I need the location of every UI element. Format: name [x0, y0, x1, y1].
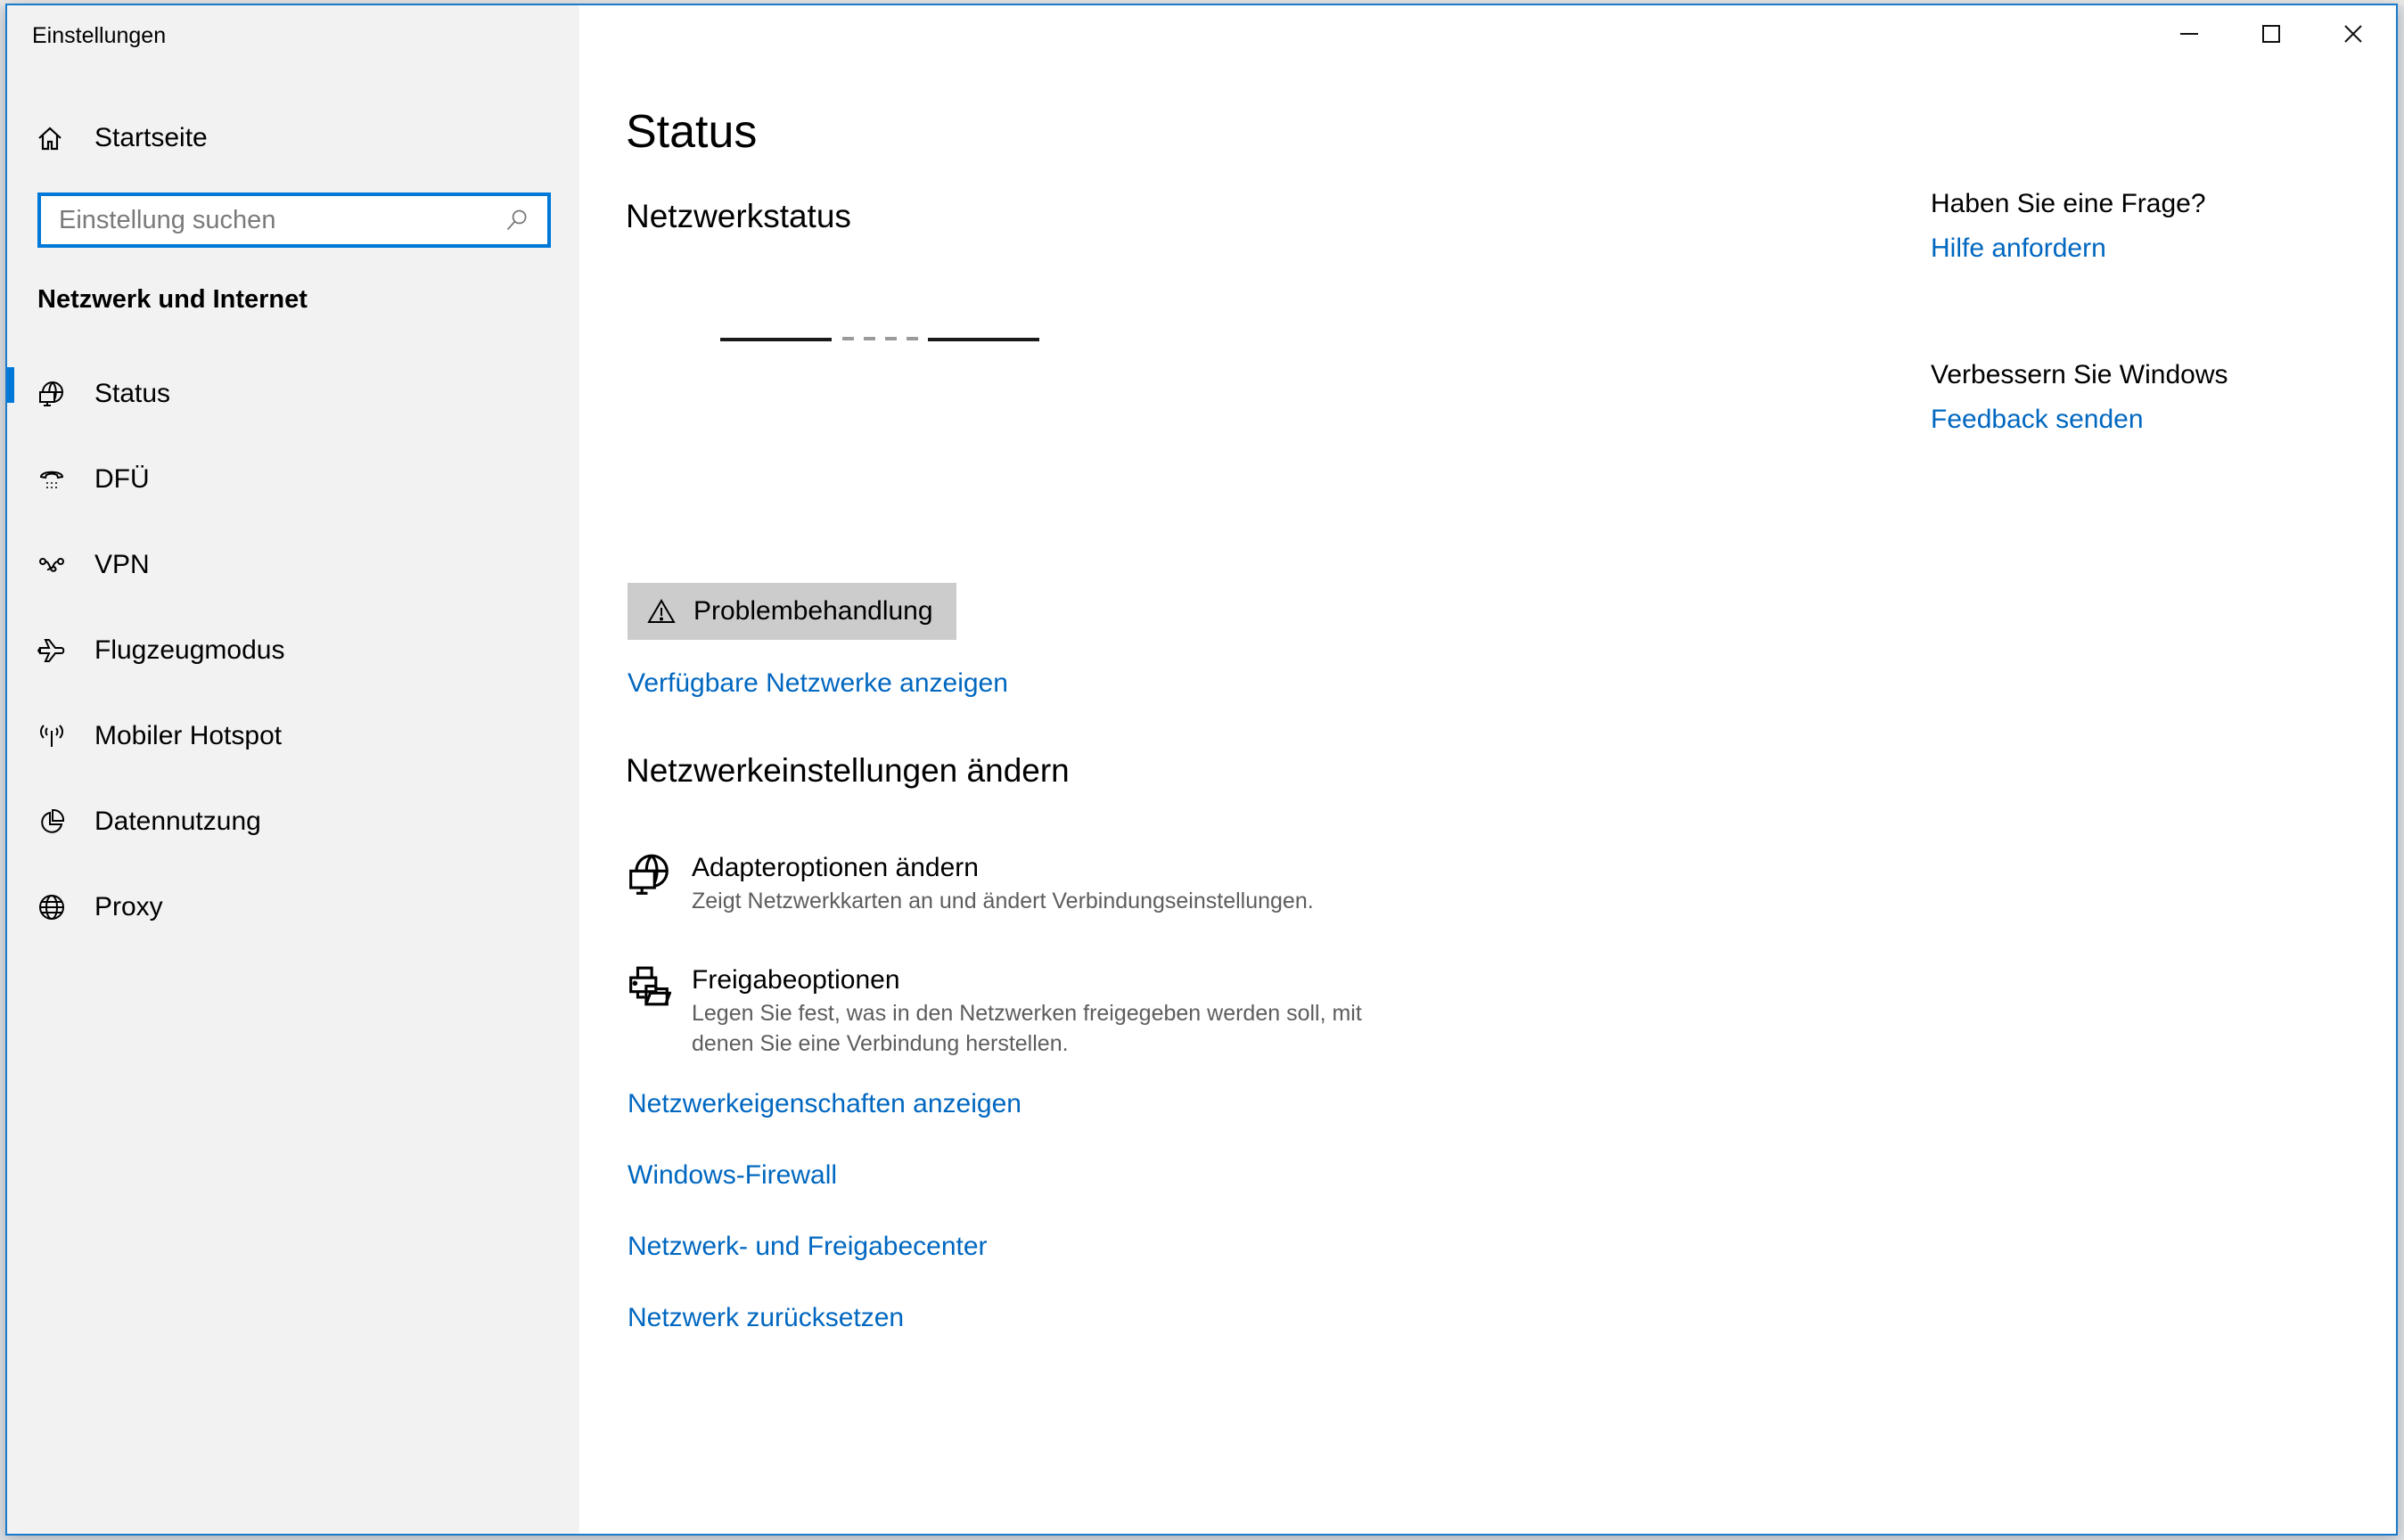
globe-icon [36, 891, 68, 923]
sharing-options-title: Freigabeoptionen [692, 965, 900, 995]
warning-icon [645, 595, 677, 627]
sharing-options-item[interactable]: Freigabeoptionen Legen Sie fest, was in … [626, 962, 1387, 1059]
sidebar-item-label: Datennutzung [94, 807, 261, 836]
settings-window: Einstellungen Startseite Netzwerk und In… [5, 4, 2398, 1536]
send-feedback-link[interactable]: Feedback senden [1931, 405, 2228, 435]
window-title: Einstellungen [32, 23, 167, 48]
data-usage-icon [36, 806, 68, 838]
sidebar-home-link[interactable]: Startseite [34, 116, 208, 160]
hotspot-icon [36, 720, 68, 752]
settings-search[interactable] [37, 192, 551, 248]
page-title: Status [626, 106, 758, 158]
sidebar-item-status[interactable]: Status [7, 351, 579, 437]
close-icon [2344, 25, 2362, 43]
adapter-options-description: Zeigt Netzwerkkarten an und ändert Verbi… [692, 889, 1314, 913]
adapter-options-title: Adapteroptionen ändern [692, 853, 979, 882]
windows-firewall-link[interactable]: Windows-Firewall [628, 1160, 837, 1191]
feedback-section: Verbessern Sie Windows Feedback senden [1931, 360, 2228, 435]
sidebar-item-label: Flugzeugmodus [94, 635, 285, 665]
sidebar-item-label: DFÜ [94, 464, 150, 494]
network-reset-link[interactable]: Netzwerk zurücksetzen [628, 1303, 904, 1333]
sidebar-item-flugzeugmodus[interactable]: Flugzeugmodus [7, 608, 579, 693]
search-icon[interactable] [499, 202, 535, 238]
connection-segment-right [928, 338, 1039, 341]
dial-up-phone-icon [36, 463, 68, 496]
network-status-diagram [720, 337, 1039, 341]
sharing-options-description: Legen Sie fest, was in den Netzwerken fr… [692, 1001, 1362, 1056]
sidebar-item-proxy[interactable]: Proxy [7, 864, 579, 950]
available-networks-link[interactable]: Verfügbare Netzwerke anzeigen [628, 668, 1008, 699]
help-heading: Haben Sie eine Frage? [1931, 189, 2206, 218]
search-input[interactable] [41, 195, 499, 245]
maximize-icon [2262, 25, 2280, 43]
troubleshoot-button[interactable]: Problembehandlung [628, 583, 956, 640]
troubleshoot-label: Problembehandlung [693, 596, 933, 626]
get-help-link[interactable]: Hilfe anfordern [1931, 233, 2206, 264]
help-section: Haben Sie eine Frage? Hilfe anfordern [1931, 189, 2206, 264]
sidebar-item-label: Mobiler Hotspot [94, 721, 283, 750]
sidebar-item-label: Status [94, 379, 171, 408]
disconnected-segment [842, 337, 918, 340]
home-icon [34, 122, 66, 154]
close-button[interactable] [2312, 5, 2394, 62]
network-status-heading: Netzwerkstatus [626, 198, 851, 234]
adapter-options-item[interactable]: Adapteroptionen ändern Zeigt Netzwerkkar… [626, 850, 1387, 916]
connection-segment-left [720, 338, 832, 341]
change-settings-heading: Netzwerkeinstellungen ändern [626, 752, 1070, 789]
minimize-icon [2180, 33, 2198, 35]
sidebar-section-heading: Netzwerk und Internet [37, 285, 308, 314]
network-status-icon [36, 378, 68, 410]
airplane-icon [36, 635, 68, 667]
sidebar: Einstellungen Startseite Netzwerk und In… [7, 5, 579, 1534]
network-properties-link[interactable]: Netzwerkeigenschaften anzeigen [628, 1089, 1021, 1119]
sidebar-item-mobiler-hotspot[interactable]: Mobiler Hotspot [7, 693, 579, 779]
sidebar-item-datennutzung[interactable]: Datennutzung [7, 779, 579, 864]
adapter-globe-icon [626, 852, 672, 898]
sidebar-item-vpn[interactable]: VPN [7, 522, 579, 608]
maximize-button[interactable] [2230, 5, 2312, 62]
sidebar-item-label: VPN [94, 550, 150, 579]
home-label: Startseite [94, 123, 208, 152]
minimize-button[interactable] [2148, 5, 2230, 62]
main-content: Status Netzwerkstatus Problembehandlung … [579, 5, 2396, 1534]
feedback-heading: Verbessern Sie Windows [1931, 360, 2228, 389]
sidebar-item-dfue[interactable]: DFÜ [7, 437, 579, 522]
sidebar-nav: Status DFÜ VPN Flugzeugmodus Mobiler Hot… [7, 351, 579, 950]
network-sharing-center-link[interactable]: Netzwerk- und Freigabecenter [628, 1232, 988, 1262]
sharing-printer-folder-icon [626, 964, 672, 1011]
sidebar-item-label: Proxy [94, 892, 163, 922]
vpn-icon [36, 549, 68, 581]
